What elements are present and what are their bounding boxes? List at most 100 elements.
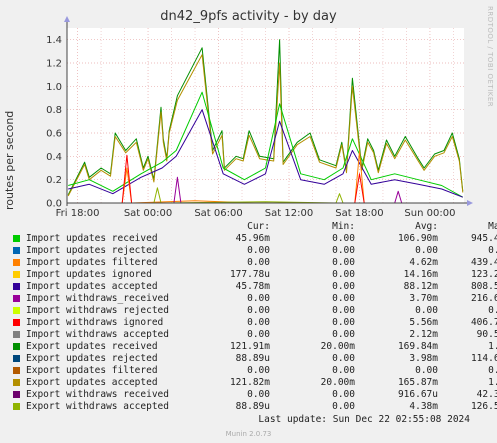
legend-max: 90.53m xyxy=(476,329,497,340)
legend-max: 945.44m xyxy=(470,233,497,244)
legend-swatch xyxy=(13,295,20,302)
legend-max: 1.33 xyxy=(488,341,497,352)
legend-min: 0.00 xyxy=(332,329,355,340)
x-tick-label: Fri 18:00 xyxy=(56,208,100,219)
legend-cur: 121.91m xyxy=(229,341,270,352)
legend-swatch xyxy=(13,319,20,326)
legend-min: 0.00 xyxy=(332,233,355,244)
legend-header-avg: Avg: xyxy=(415,221,438,232)
legend-swatch xyxy=(13,331,20,338)
legend-label: Export withdraws accepted xyxy=(26,401,169,412)
legend-avg: 4.62m xyxy=(409,257,438,268)
legend-cur: 0.00 xyxy=(247,293,270,304)
x-axis-arrow xyxy=(467,200,473,206)
legend-max: 808.55m xyxy=(470,281,497,292)
x-tick-label: Sat 06:00 xyxy=(194,208,242,219)
legend-cur: 0.00 xyxy=(247,329,270,340)
legend-header-max: Max: xyxy=(488,221,497,232)
legend-swatch xyxy=(13,235,20,242)
legend-avg: 916.67u xyxy=(397,389,438,400)
legend-swatch xyxy=(13,403,20,410)
legend-cur: 88.89u xyxy=(235,353,270,364)
legend-min: 0.00 xyxy=(332,257,355,268)
legend-swatch xyxy=(13,271,20,278)
y-tick-label: 1.0 xyxy=(46,82,62,93)
legend-avg: 14.16m xyxy=(403,269,438,280)
legend-max: 114.66m xyxy=(470,353,497,364)
legend-min: 0.00 xyxy=(332,269,355,280)
legend-header-min: Min: xyxy=(332,221,355,232)
legend-min: 0.00 xyxy=(332,365,355,376)
legend-cur: 121.82m xyxy=(229,377,270,388)
y-axis-arrow xyxy=(64,16,70,22)
legend-cur: 0.00 xyxy=(247,257,270,268)
legend-swatch xyxy=(13,379,20,386)
legend-swatch xyxy=(13,355,20,362)
y-tick-label: 0.8 xyxy=(46,105,62,116)
legend-max: 0.00 xyxy=(488,305,497,316)
legend-label: Import updates received xyxy=(26,233,158,244)
legend-cur: 0.00 xyxy=(247,305,270,316)
last-update: Last update: Sun Dec 22 02:55:08 2024 xyxy=(258,414,470,425)
legend-label: Export updates received xyxy=(26,341,158,352)
legend-header-cur: Cur: xyxy=(247,221,270,232)
legend-avg: 106.90m xyxy=(397,233,438,244)
legend-swatch xyxy=(13,391,20,398)
legend-min: 0.00 xyxy=(332,353,355,364)
legend-avg: 0.00 xyxy=(415,245,438,256)
legend-max: 42.33m xyxy=(476,389,497,400)
legend-max: 0.00 xyxy=(488,365,497,376)
legend-avg: 5.56m xyxy=(409,317,438,328)
legend-cur: 177.78u xyxy=(229,269,270,280)
legend-avg: 165.87m xyxy=(397,377,438,388)
legend-max: 123.24m xyxy=(470,269,497,280)
legend-swatch xyxy=(13,283,20,290)
legend-min: 20.00m xyxy=(320,341,355,352)
legend-max: 406.72m xyxy=(470,317,497,328)
legend-avg: 0.00 xyxy=(415,365,438,376)
legend-avg: 3.70m xyxy=(409,293,438,304)
legend-avg: 3.98m xyxy=(409,353,438,364)
legend-avg: 2.12m xyxy=(409,329,438,340)
legend-label: Import withdraws accepted xyxy=(26,329,169,340)
legend-cur: 0.00 xyxy=(247,245,270,256)
legend-label: Export updates accepted xyxy=(26,377,158,388)
legend-label: Import updates ignored xyxy=(26,269,152,280)
legend-avg: 4.38m xyxy=(409,401,438,412)
legend-min: 0.00 xyxy=(332,293,355,304)
legend-label: Import updates rejected xyxy=(26,245,158,256)
legend-label: Import updates filtered xyxy=(26,257,158,268)
y-tick-label: 0.2 xyxy=(46,175,62,186)
x-tick-label: Sat 12:00 xyxy=(265,208,313,219)
x-tick-label: Sat 00:00 xyxy=(124,208,172,219)
legend-min: 0.00 xyxy=(332,389,355,400)
x-tick-label: Sun 00:00 xyxy=(404,208,455,219)
legend-label: Export updates filtered xyxy=(26,365,158,376)
y-tick-label: 1.2 xyxy=(46,59,62,70)
x-tick-label: Sat 18:00 xyxy=(335,208,383,219)
activity-chart: 0.00.20.40.60.81.01.21.4Fri 18:00 Sat 00:… xyxy=(46,16,473,219)
y-tick-label: 0.6 xyxy=(46,129,62,140)
legend-avg: 0.00 xyxy=(415,305,438,316)
legend-min: 20.00m xyxy=(320,377,355,388)
legend-swatch xyxy=(13,367,20,374)
legend-cur: 45.96m xyxy=(235,233,270,244)
legend-label: Import withdraws_received xyxy=(26,293,169,304)
legend-cur: 0.00 xyxy=(247,317,270,328)
legend-min: 0.00 xyxy=(332,281,355,292)
legend-min: 0.00 xyxy=(332,317,355,328)
legend-swatch xyxy=(13,343,20,350)
y-tick-label: 0.4 xyxy=(46,152,62,163)
legend-max: 439.46m xyxy=(470,257,497,268)
legend-label: Import withdraws rejected xyxy=(26,305,169,316)
legend-cur: 88.89u xyxy=(235,401,270,412)
legend-min: 0.00 xyxy=(332,245,355,256)
legend-label: Export updates rejected xyxy=(26,353,158,364)
legend-label: Import updates accepted xyxy=(26,281,158,292)
munin-version: Munin 2.0.73 xyxy=(225,430,272,438)
legend-swatch xyxy=(13,259,20,266)
legend-max: 0.00 xyxy=(488,245,497,256)
legend-cur: 0.00 xyxy=(247,365,270,376)
legend-max: 1.27 xyxy=(488,377,497,388)
legend-swatch xyxy=(13,307,20,314)
